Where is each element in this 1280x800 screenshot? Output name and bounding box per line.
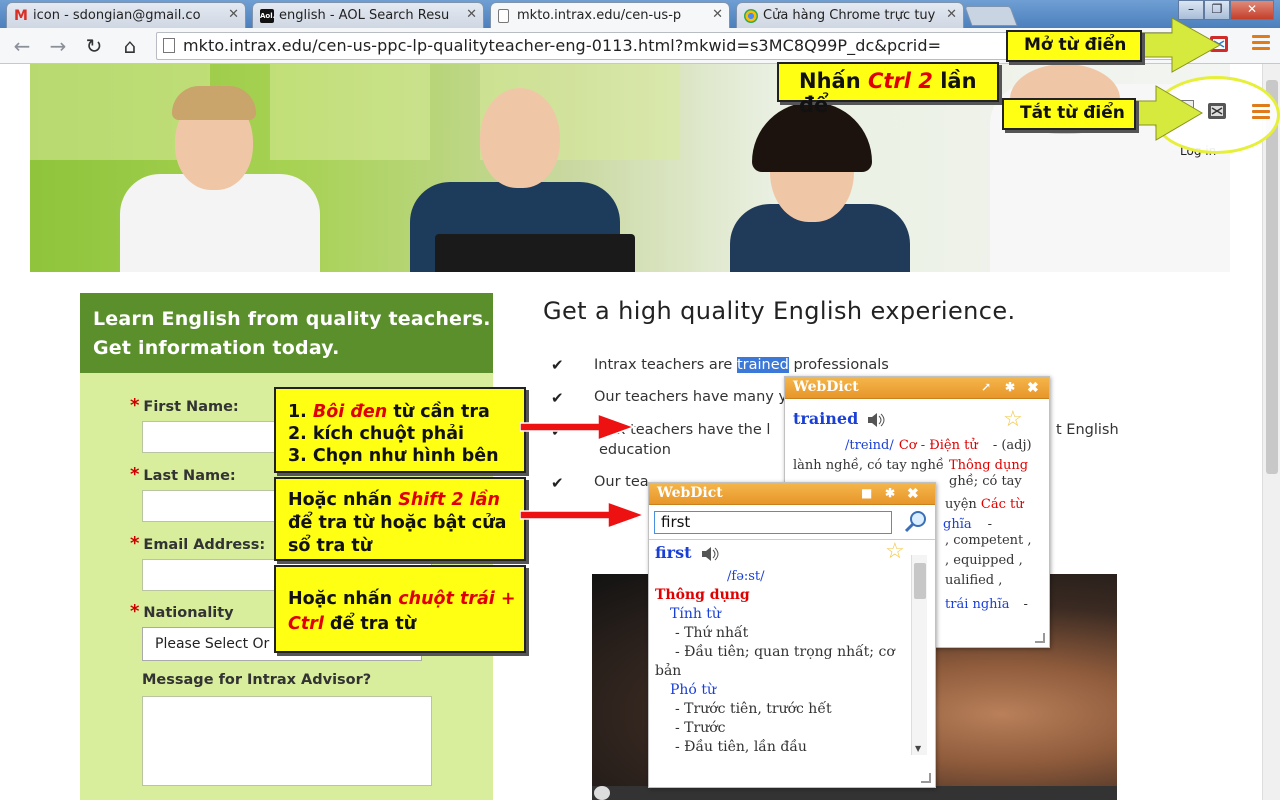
popout-icon[interactable]: ↗: [981, 380, 991, 394]
check-icon: ✔: [551, 389, 564, 407]
page-headline: Get a high quality English experience.: [543, 297, 1016, 325]
tab-close-icon[interactable]: ✕: [712, 7, 723, 22]
annotation-open-dict: Mở từ điển: [1006, 30, 1142, 62]
resize-grip-icon[interactable]: [1035, 633, 1045, 643]
tab-aol[interactable]: Aol. english - AOL Search Resu ✕: [252, 2, 484, 28]
tab-close-icon[interactable]: ✕: [466, 7, 477, 22]
scrollbar-thumb[interactable]: [914, 563, 926, 599]
email-label: * Email Address:: [130, 533, 266, 554]
video-progress-bar[interactable]: [592, 786, 1117, 800]
speaker-icon[interactable]: [867, 412, 887, 427]
close-icon[interactable]: ✖: [907, 486, 919, 502]
webdict-off-icon[interactable]: [1206, 100, 1228, 122]
webdict-scrollbar[interactable]: ▼: [911, 555, 927, 755]
tab-title: mkto.intrax.edu/cen-us-p: [517, 8, 682, 23]
annotation-close-dict: Tắt từ điển: [1002, 98, 1136, 130]
bullet-3-end: t English: [1056, 422, 1119, 438]
pin-icon[interactable]: ■: [861, 486, 872, 500]
scroll-down-icon[interactable]: ▼: [915, 744, 921, 753]
close-window-icon[interactable]: ✕: [1230, 0, 1274, 20]
search-icon[interactable]: [903, 509, 929, 535]
menu-icon[interactable]: [1252, 104, 1270, 122]
bullet-4: Our tea: [594, 474, 649, 490]
tab-title: icon - sdongian@gmail.co: [33, 8, 201, 23]
bullet-3-line2: education: [599, 442, 671, 458]
red-arrow-2: [520, 500, 646, 530]
favorite-star-icon[interactable]: ☆: [885, 539, 905, 564]
annotation-shift: Hoặc nhấn Shift 2 lần để tra từ hoặc bật…: [274, 477, 526, 561]
new-tab-button[interactable]: [964, 6, 1018, 26]
form-title: Learn English from quality teachers. Get…: [80, 293, 493, 373]
webdict-popup-first[interactable]: WebDict ■ ✱ ✖ first first ☆ /fə:st/ Thôn…: [648, 482, 936, 788]
message-label: Message for Intrax Advisor?: [142, 672, 372, 688]
red-arrow-1: [520, 412, 636, 442]
hero-photo: [30, 64, 1230, 272]
favorite-star-icon[interactable]: ☆: [1003, 407, 1023, 432]
settings-icon[interactable]: ✱: [885, 486, 895, 500]
chrome-store-icon: [744, 9, 758, 23]
page-scrollbar[interactable]: [1262, 64, 1280, 800]
scrollbar-thumb[interactable]: [1266, 80, 1278, 474]
url-text[interactable]: mkto.intrax.edu/cen-us-ppc-lp-qualitytea…: [183, 36, 941, 55]
bullet-1: Intrax teachers are trained professional…: [594, 357, 889, 373]
last-name-label: * Last Name:: [130, 464, 236, 485]
back-icon[interactable]: ←: [8, 32, 36, 60]
tab-close-icon[interactable]: ✕: [228, 7, 239, 22]
webdict-header[interactable]: WebDict ↗ ✱ ✖: [785, 377, 1049, 399]
forward-icon[interactable]: →: [44, 32, 72, 60]
webdict-word: trained: [793, 409, 887, 428]
annotation-press-ctrl: Nhấn Ctrl 2 lần để: [777, 62, 999, 117]
nationality-label: * Nationality: [130, 601, 234, 622]
message-textarea[interactable]: [142, 696, 432, 786]
tab-title: Cửa hàng Chrome trực tuy: [763, 8, 936, 23]
annotation-ctrl-click: Hoặc nhấn chuột trái + Ctrl để tra từ: [274, 565, 526, 653]
tab-chrome-store[interactable]: Cửa hàng Chrome trực tuy ✕: [736, 2, 964, 28]
webdict-search-input[interactable]: first: [654, 511, 892, 534]
first-name-label: * First Name:: [130, 395, 239, 416]
webdict-header[interactable]: WebDict ■ ✱ ✖: [649, 483, 935, 505]
home-icon[interactable]: ⌂: [116, 32, 144, 60]
tab-intrax[interactable]: mkto.intrax.edu/cen-us-p ✕: [490, 2, 730, 28]
aol-icon: Aol.: [260, 9, 275, 23]
reload-icon[interactable]: ↻: [80, 32, 108, 60]
page-icon: [163, 38, 175, 53]
selected-word[interactable]: trained: [736, 357, 789, 373]
check-icon: ✔: [551, 356, 564, 374]
check-icon: ✔: [551, 474, 564, 492]
bullet-2: Our teachers have many y: [594, 389, 788, 405]
page-icon: [498, 9, 509, 23]
close-icon[interactable]: ✖: [1027, 380, 1039, 396]
gmail-icon: M: [14, 8, 28, 24]
tab-close-icon[interactable]: ✕: [946, 7, 957, 22]
menu-icon[interactable]: [1252, 35, 1270, 53]
tab-strip: M icon - sdongian@gmail.co ✕ Aol. englis…: [0, 0, 1280, 28]
webdict-word: first: [655, 543, 721, 562]
settings-icon[interactable]: ✱: [1005, 380, 1015, 394]
tab-title: english - AOL Search Resu: [279, 8, 450, 23]
annotation-steps: 1. Bôi đen từ cần tra 2. kích chuột phải…: [274, 387, 526, 473]
resize-grip-icon[interactable]: [921, 773, 931, 783]
speaker-icon[interactable]: [701, 546, 721, 561]
video-scrubber[interactable]: [594, 786, 610, 800]
tab-gmail[interactable]: M icon - sdongian@gmail.co ✕: [6, 2, 246, 28]
